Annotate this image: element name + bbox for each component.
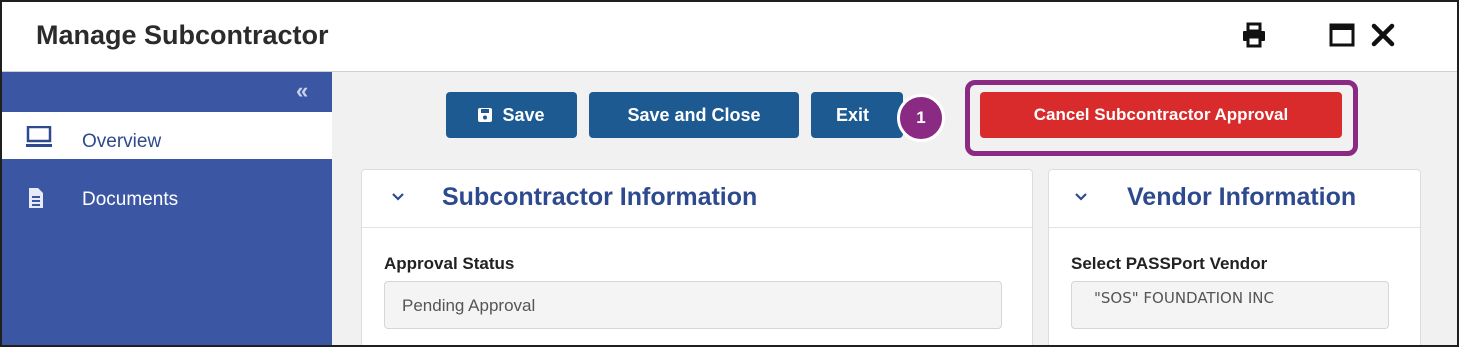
exit-button[interactable]: Exit xyxy=(811,92,903,138)
window-title: Manage Subcontractor xyxy=(36,20,329,50)
panel-header[interactable]: Vendor Information xyxy=(1049,170,1420,228)
panel-header[interactable]: Subcontractor Information xyxy=(362,170,1032,228)
approval-status-label: Approval Status xyxy=(384,254,515,273)
save-disk-icon xyxy=(478,108,493,122)
document-icon xyxy=(28,187,44,214)
collapse-sidebar-icon[interactable]: « xyxy=(296,78,308,104)
subcontractor-information-panel: Subcontractor Information Approval Statu… xyxy=(361,169,1033,345)
maximize-icon[interactable] xyxy=(1327,20,1357,50)
sidebar: « Overview Documents xyxy=(2,72,332,345)
vendor-field[interactable]: "SOS" FOUNDATION INC xyxy=(1071,281,1389,329)
panel-title: Vendor Information xyxy=(1127,183,1357,211)
step-number-badge: 1 xyxy=(897,94,945,142)
save-and-close-button[interactable]: Save and Close xyxy=(589,92,799,138)
sidebar-item-label: Overview xyxy=(82,131,162,152)
chevron-down-icon[interactable] xyxy=(1073,190,1089,208)
sidebar-item-documents[interactable]: Documents xyxy=(2,181,332,221)
vendor-information-panel: Vendor Information Select PASSPort Vendo… xyxy=(1048,169,1421,345)
chevron-down-icon[interactable] xyxy=(390,190,406,208)
title-bar: Manage Subcontractor xyxy=(2,2,1457,72)
save-button[interactable]: Save xyxy=(446,92,577,138)
panel-title: Subcontractor Information xyxy=(442,183,758,211)
select-vendor-label: Select PASSPort Vendor xyxy=(1071,254,1268,273)
monitor-icon xyxy=(26,125,52,153)
close-icon[interactable] xyxy=(1368,20,1398,50)
window-frame: Manage Subcontractor « Overview Document… xyxy=(0,0,1459,347)
print-icon[interactable] xyxy=(1239,20,1269,50)
sidebar-item-label: Documents xyxy=(82,189,179,210)
sidebar-item-overview[interactable]: Overview xyxy=(2,112,332,159)
cancel-subcontractor-approval-button[interactable]: Cancel Subcontractor Approval xyxy=(980,92,1342,138)
save-button-label: Save xyxy=(502,104,545,125)
main-content: Save Save and Close Exit Cancel Subcontr… xyxy=(332,72,1457,345)
approval-status-field: Pending Approval xyxy=(384,281,1002,329)
